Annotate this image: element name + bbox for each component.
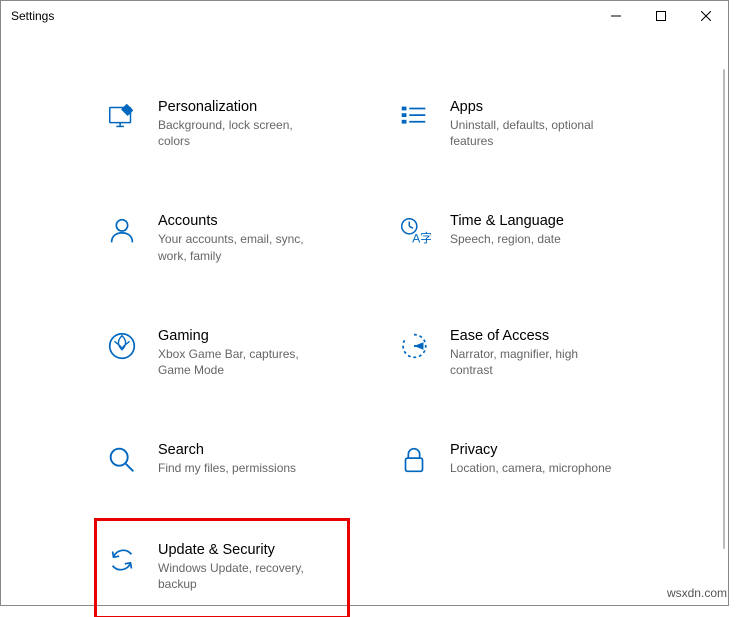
category-text: Apps Uninstall, defaults, optional featu… [450,99,620,149]
category-text: Update & Security Windows Update, recove… [158,542,328,592]
scrollbar-thumb[interactable] [723,69,725,549]
accounts-icon [104,213,140,249]
category-text: Search Find my files, permissions [158,442,296,476]
category-personalization[interactable]: Personalization Background, lock screen,… [96,91,348,157]
category-search[interactable]: Search Find my files, permissions [96,434,348,486]
update-security-icon [104,542,140,578]
search-icon [104,442,140,478]
category-title: Update & Security [158,542,328,558]
window-controls [593,1,728,31]
category-title: Time & Language [450,213,564,229]
window-title: Settings [11,9,54,23]
privacy-icon [396,442,432,478]
category-ease-of-access[interactable]: Ease of Access Narrator, magnifier, high… [388,320,633,386]
category-desc: Find my files, permissions [158,460,296,476]
category-apps[interactable]: Apps Uninstall, defaults, optional featu… [388,91,633,157]
category-desc: Location, camera, microphone [450,460,611,476]
apps-icon [396,99,432,135]
category-gaming[interactable]: Gaming Xbox Game Bar, captures, Game Mod… [96,320,348,386]
category-text: Privacy Location, camera, microphone [450,442,611,476]
category-desc: Narrator, magnifier, high contrast [450,346,620,378]
personalization-icon [104,99,140,135]
category-text: Gaming Xbox Game Bar, captures, Game Mod… [158,328,328,378]
categories-grid: Personalization Background, lock screen,… [1,31,728,617]
category-desc: Your accounts, email, sync, work, family [158,231,328,263]
category-desc: Windows Update, recovery, backup [158,560,328,592]
category-title: Accounts [158,213,328,229]
category-desc: Speech, region, date [450,231,564,247]
category-text: Accounts Your accounts, email, sync, wor… [158,213,328,263]
settings-window: Settings Personal [0,0,729,606]
close-button[interactable] [683,1,728,31]
watermark-text: wsxdn.com [667,586,727,600]
scrollbar[interactable] [721,39,727,599]
category-title: Personalization [158,99,328,115]
minimize-button[interactable] [593,1,638,31]
category-title: Search [158,442,296,458]
category-accounts[interactable]: Accounts Your accounts, email, sync, wor… [96,205,348,271]
category-update-security[interactable]: Update & Security Windows Update, recove… [96,520,348,616]
category-text: Personalization Background, lock screen,… [158,99,328,149]
category-privacy[interactable]: Privacy Location, camera, microphone [388,434,633,486]
gaming-icon [104,328,140,364]
category-title: Gaming [158,328,328,344]
category-title: Apps [450,99,620,115]
category-title: Privacy [450,442,611,458]
category-text: Ease of Access Narrator, magnifier, high… [450,328,620,378]
time-language-icon: A字 [396,213,432,249]
category-desc: Uninstall, defaults, optional features [450,117,620,149]
category-desc: Xbox Game Bar, captures, Game Mode [158,346,328,378]
svg-text:A字: A字 [412,231,431,246]
category-desc: Background, lock screen, colors [158,117,328,149]
category-text: Time & Language Speech, region, date [450,213,564,247]
titlebar: Settings [1,1,728,31]
maximize-button[interactable] [638,1,683,31]
category-time-language[interactable]: A字 Time & Language Speech, region, date [388,205,633,271]
ease-of-access-icon [396,328,432,364]
category-title: Ease of Access [450,328,620,344]
